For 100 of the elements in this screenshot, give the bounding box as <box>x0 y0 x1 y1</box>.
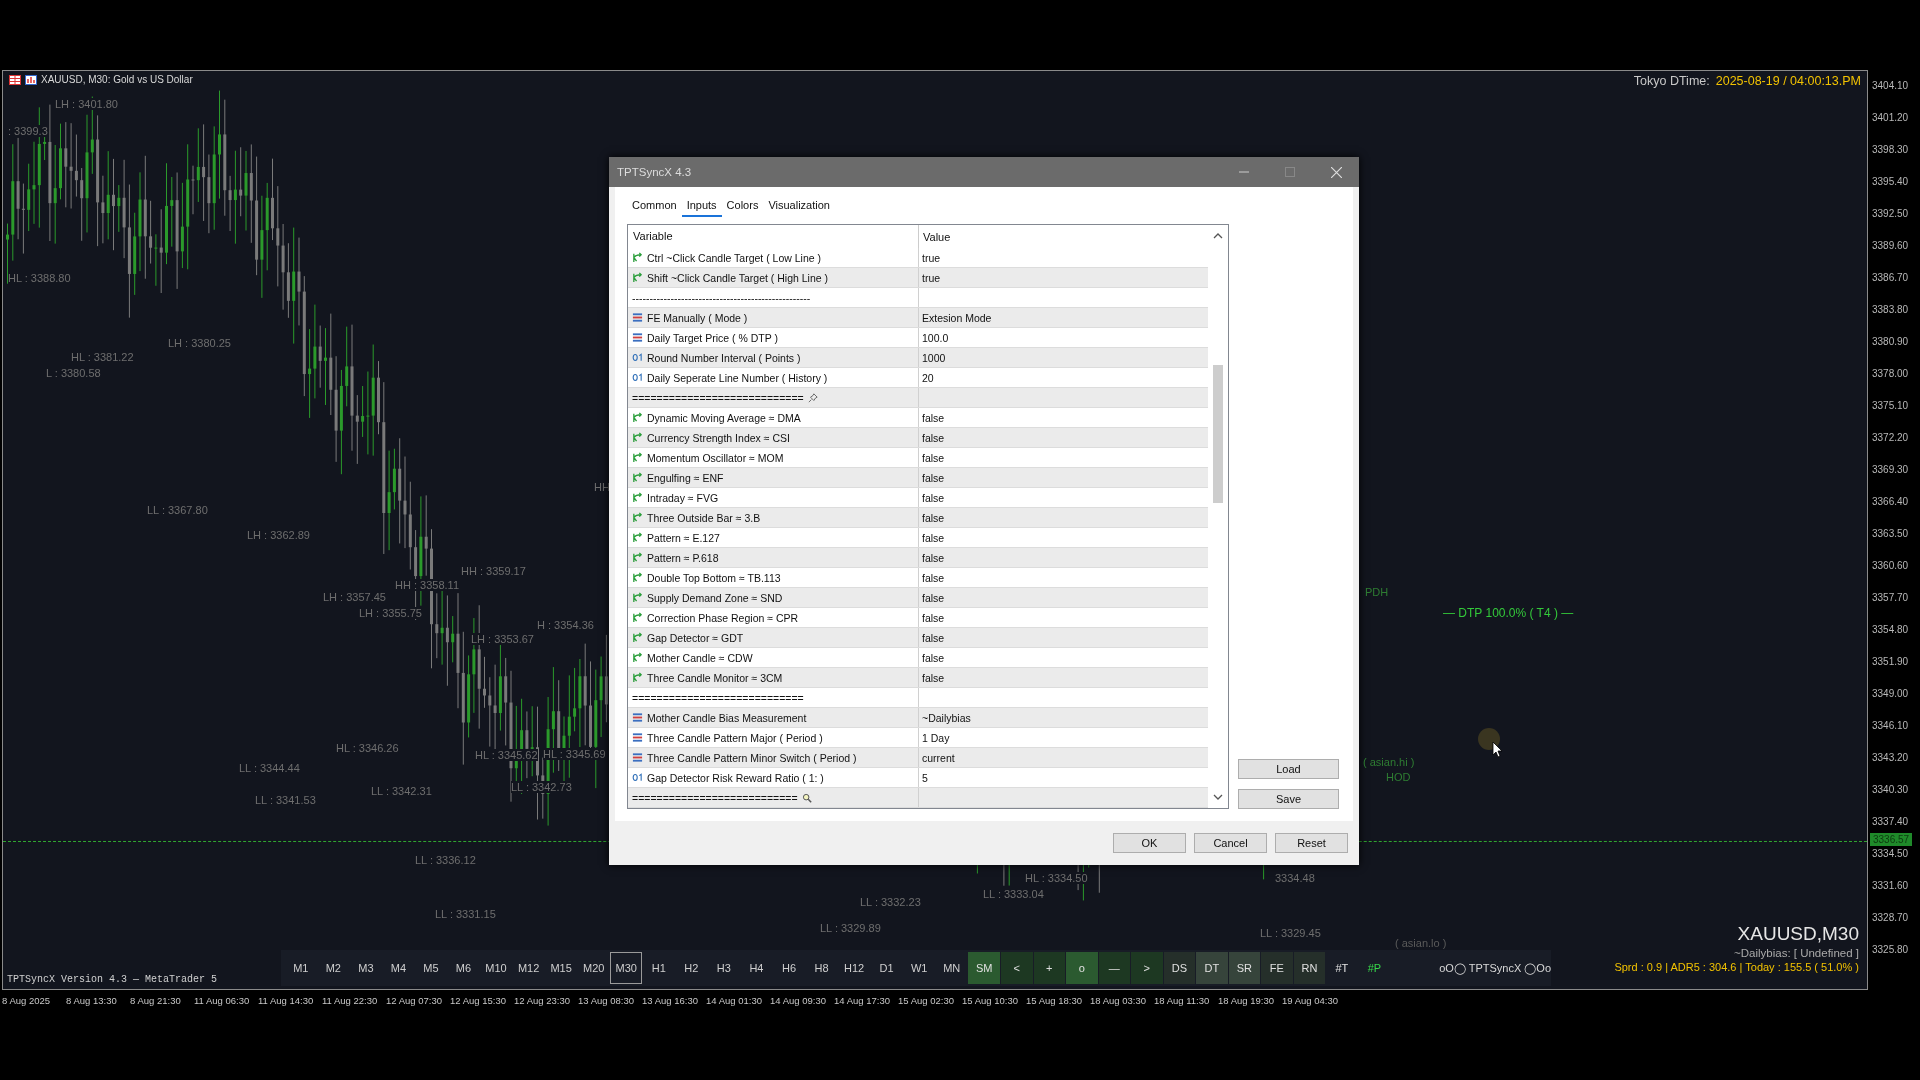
value-cell[interactable]: false <box>919 471 945 484</box>
timeframe-button[interactable]: H3 <box>708 952 740 984</box>
price-tick: 3378.00 <box>1871 367 1910 381</box>
swing-label: LL : 3333.04 <box>983 888 1044 900</box>
value-cell[interactable]: false <box>919 511 945 524</box>
variable-cell: Round Number Interval ( Points ) <box>647 351 801 364</box>
timeframe-button[interactable]: M30 <box>610 952 642 984</box>
timeframe-button[interactable]: M5 <box>415 952 447 984</box>
value-cell[interactable]: true <box>919 251 941 264</box>
value-cell[interactable]: false <box>919 551 945 564</box>
variable-cell: =========================== <box>632 791 798 804</box>
timeframe-button[interactable]: M4 <box>382 952 415 984</box>
price-tick: 3363.50 <box>1871 527 1910 541</box>
dialog-button[interactable]: OK <box>1113 833 1186 853</box>
tool-button[interactable]: DS <box>1163 952 1196 984</box>
timeframe-button[interactable]: H8 <box>805 952 838 984</box>
swing-label: LL : 3341.53 <box>255 794 316 806</box>
column-header: Variable <box>628 225 919 248</box>
tool-button[interactable]: DT <box>1196 952 1228 984</box>
swing-label: LH : 3353.67 <box>471 633 534 645</box>
time-tick: 18 Aug 11:30 <box>1154 994 1211 1006</box>
tab[interactable]: Colors <box>721 195 764 217</box>
value-cell[interactable]: false <box>919 631 945 644</box>
time-tick: 11 Aug 22:30 <box>322 994 379 1006</box>
value-cell[interactable]: 1 Day <box>919 731 950 744</box>
value-cell[interactable]: 100.0 <box>919 331 949 344</box>
variable-cell: Momentum Oscillator ≈ MOM <box>647 451 784 464</box>
tab[interactable]: Visualization <box>763 195 835 217</box>
value-cell[interactable]: ~Dailybias <box>919 711 971 724</box>
variable-cell: Supply Demand Zone ≈ SND <box>647 591 783 604</box>
time-tick: 19 Aug 04:30 <box>1282 994 1339 1006</box>
swing-label: LL : 3331.15 <box>435 908 496 920</box>
timeframe-button[interactable]: M12 <box>512 952 545 984</box>
swing-label: HL : 3381.22 <box>71 351 134 363</box>
price-tick: 3392.50 <box>1871 207 1910 221</box>
timeframe-button[interactable]: H2 <box>675 952 708 984</box>
price-tick: 3354.80 <box>1871 623 1910 637</box>
timeframe-button[interactable]: M1 <box>285 952 317 984</box>
tool-button[interactable]: FE <box>1261 952 1293 984</box>
value-cell[interactable]: 1000 <box>919 351 946 364</box>
side-button[interactable]: Load <box>1238 759 1339 779</box>
value-cell[interactable]: 20 <box>919 371 934 384</box>
value-cell[interactable]: false <box>919 491 945 504</box>
clock-label: Tokyo DTime: <box>1633 74 1710 88</box>
tab[interactable]: Common <box>627 195 682 217</box>
tool-button[interactable]: — <box>1098 952 1131 984</box>
timeframe-button[interactable]: M15 <box>545 952 577 984</box>
tool-button[interactable]: #T <box>1326 952 1358 984</box>
dialog-button[interactable]: Reset <box>1275 833 1348 853</box>
value-cell[interactable]: false <box>919 431 945 444</box>
tool-button[interactable]: + <box>1033 952 1066 984</box>
timeframe-button[interactable]: M6 <box>447 952 480 984</box>
time-tick: 14 Aug 09:30 <box>770 994 827 1006</box>
value-cell[interactable]: current <box>919 751 955 764</box>
value-cell[interactable]: false <box>919 571 945 584</box>
timeframe-button[interactable]: H1 <box>643 952 675 984</box>
chart-icon <box>25 74 37 85</box>
tab[interactable]: Inputs <box>681 195 722 217</box>
swing-label: LL : 3329.45 <box>1260 927 1321 939</box>
value-cell[interactable]: false <box>919 411 945 424</box>
scroll-thumb[interactable] <box>1213 365 1223 503</box>
value-cell[interactable]: 5 <box>919 771 928 784</box>
swing-label: LL : 3329.89 <box>820 922 881 934</box>
symbol-label: XAUUSD,M30 <box>1737 923 1859 945</box>
stats-label: Sprd : 0.9 | ADR5 : 304.6 | Today : 155.5 ( 51.0% ) <box>1614 961 1859 973</box>
price-tick: 3404.10 <box>1871 79 1910 93</box>
swing-label: : 3399.3 <box>8 125 48 137</box>
timeframe-button[interactable]: H4 <box>740 952 773 984</box>
value-cell[interactable]: false <box>919 611 945 624</box>
side-button[interactable]: Save <box>1238 789 1339 809</box>
tool-button[interactable]: o <box>1066 952 1098 984</box>
tool-button[interactable]: SR <box>1228 952 1261 984</box>
time-tick: 18 Aug 19:30 <box>1218 994 1275 1006</box>
value-cell[interactable]: false <box>919 591 945 604</box>
clock-value: 2025-08-19 / 04:00:13.PM <box>1715 74 1861 88</box>
timeframe-button[interactable]: M3 <box>350 952 382 984</box>
value-cell[interactable]: false <box>919 531 945 544</box>
timeframe-button[interactable]: H12 <box>838 952 870 984</box>
variable-cell: Daily Target Price ( % DTP ) <box>647 331 778 344</box>
time-tick: 14 Aug 01:30 <box>706 994 763 1006</box>
value-cell[interactable]: true <box>919 271 941 284</box>
timeframe-button[interactable]: M10 <box>480 952 512 984</box>
timeframe-button[interactable]: MN <box>935 952 968 984</box>
timeframe-button[interactable]: D1 <box>870 952 903 984</box>
tool-button[interactable]: RN <box>1293 952 1326 984</box>
dialog-button[interactable]: Cancel <box>1194 833 1267 853</box>
tool-button[interactable]: SM <box>968 952 1000 984</box>
value-cell[interactable]: Extesion Mode <box>919 311 992 324</box>
tool-button[interactable]: #P <box>1358 952 1391 984</box>
timeframe-button[interactable]: M20 <box>577 952 610 984</box>
value-cell[interactable]: false <box>919 651 945 664</box>
timeframe-button[interactable]: H6 <box>773 952 805 984</box>
tool-button[interactable]: < <box>1001 952 1033 984</box>
timeframe-button[interactable]: W1 <box>903 952 935 984</box>
price-tick: 3380.90 <box>1871 335 1910 349</box>
value-cell[interactable]: false <box>919 451 945 464</box>
tool-button[interactable]: > <box>1131 952 1163 984</box>
value-cell[interactable]: false <box>919 671 945 684</box>
timeframe-button[interactable]: M2 <box>317 952 350 984</box>
swing-label: HL : 3345.69 <box>543 748 606 760</box>
